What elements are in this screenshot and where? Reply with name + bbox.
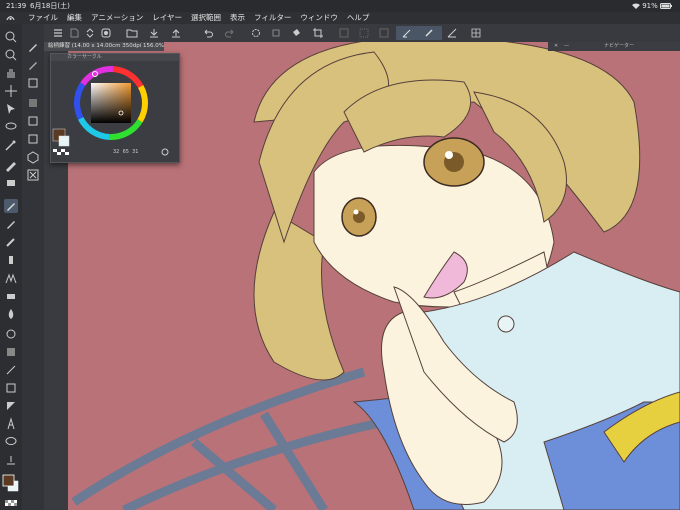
pen-subtool-icon[interactable] [26, 58, 40, 72]
panel-title: カラーサークル [51, 54, 179, 61]
navigator-panel: ✕ — ナビゲーター [548, 42, 680, 51]
menu-item[interactable]: ウィンドウ [300, 12, 338, 24]
color-settings-icon[interactable] [161, 148, 169, 156]
document-tab[interactable]: 絵柄練習 (14.00 x 14.00cm 350dpi 156.0%) [44, 42, 164, 51]
tool-palette [0, 24, 22, 510]
blend-icon[interactable] [4, 307, 18, 321]
minimize-icon[interactable]: — [564, 42, 569, 51]
material-icon[interactable] [26, 114, 40, 128]
magic-wand-icon[interactable] [4, 138, 18, 152]
hsv-values: 32 65 31 [113, 149, 139, 155]
color-circle-panel: カラーサークル 32 65 31 [50, 53, 180, 163]
eraser-tool-icon[interactable] [4, 289, 18, 303]
balloon-icon[interactable] [4, 435, 18, 449]
battery-status: 91% [631, 0, 672, 12]
color-swatch-icon[interactable] [2, 473, 20, 493]
color-wheel[interactable] [51, 61, 179, 162]
gear-icon[interactable] [250, 27, 262, 39]
menu-item[interactable]: 編集 [67, 12, 82, 24]
menu-item[interactable]: 選択範囲 [191, 12, 221, 24]
zoom-icon[interactable] [4, 30, 18, 44]
zoom-tool-icon[interactable] [4, 48, 18, 62]
frame-icon[interactable] [4, 381, 18, 395]
history-icon[interactable] [26, 132, 40, 146]
gradient-icon[interactable] [4, 345, 18, 359]
grid-icon[interactable] [470, 27, 482, 39]
command-bar [44, 24, 680, 42]
hand-icon[interactable] [4, 66, 18, 80]
ios-status-bar: 21:39 6月18日(土) 91% [0, 0, 680, 12]
move-icon[interactable] [4, 84, 18, 98]
clear-icon[interactable] [338, 27, 350, 39]
brush-icon[interactable] [4, 235, 18, 249]
pen-snap-icon[interactable] [401, 27, 413, 39]
undo-icon[interactable] [202, 27, 214, 39]
save-icon[interactable] [148, 27, 160, 39]
pen-subtool-icon[interactable] [26, 40, 40, 54]
object-select-icon[interactable] [4, 102, 18, 116]
settings-icon[interactable] [100, 27, 112, 39]
menu-item[interactable]: ファイル [28, 12, 58, 24]
invert-icon[interactable] [378, 27, 390, 39]
wifi-icon [631, 3, 640, 10]
decoration-icon[interactable] [4, 271, 18, 285]
airbrush-icon[interactable] [4, 253, 18, 267]
navigator-title: ナビゲーター [604, 43, 635, 49]
menu-item[interactable]: ヘルプ [347, 12, 370, 24]
brush-snap-icon[interactable] [423, 27, 435, 39]
ruler-icon[interactable] [446, 27, 458, 39]
crop-icon[interactable] [312, 27, 324, 39]
status-date: 6月18日(土) [30, 2, 70, 10]
stepper-icon[interactable] [84, 27, 96, 39]
3d-icon[interactable] [26, 150, 40, 164]
transform-icon[interactable] [270, 27, 282, 39]
folder-icon[interactable] [126, 27, 138, 39]
sub-tool-palette [22, 24, 44, 510]
menu-item[interactable]: レイヤー [152, 12, 182, 24]
menu-bar: ファイル 編集 アニメーション レイヤー 選択範囲 表示 フィルター ウィンドウ ヘルプ [0, 12, 680, 24]
correction-icon[interactable] [4, 453, 18, 467]
text-icon[interactable] [4, 417, 18, 431]
layer-icon[interactable] [26, 76, 40, 90]
redo-icon[interactable] [224, 27, 236, 39]
menu-icon[interactable] [52, 27, 64, 39]
saturation-value: 65 [122, 149, 129, 155]
new-file-icon[interactable] [68, 27, 80, 39]
pen-icon[interactable] [4, 199, 18, 213]
menu-item[interactable]: アニメーション [91, 12, 143, 24]
eyedropper-icon[interactable] [4, 158, 18, 172]
menu-item[interactable]: 表示 [230, 12, 245, 24]
lasso-icon[interactable] [4, 120, 18, 134]
fill-icon[interactable] [4, 327, 18, 341]
menu-item[interactable]: フィルター [254, 12, 291, 24]
brightness-value: 31 [132, 149, 139, 155]
close-icon[interactable]: ✕ [554, 42, 558, 51]
battery-percent: 91% [642, 2, 658, 10]
hue-value: 32 [113, 149, 120, 155]
eraser-icon[interactable] [4, 176, 18, 190]
battery-icon [660, 3, 672, 9]
transparent-color-icon[interactable] [4, 496, 18, 510]
select-icon[interactable] [358, 27, 370, 39]
app-logo-icon[interactable] [6, 14, 15, 22]
export-icon[interactable] [170, 27, 182, 39]
layer-panel-icon[interactable] [26, 96, 40, 110]
clock-time: 21:39 [6, 2, 27, 10]
fill-bucket-icon[interactable] [290, 27, 302, 39]
pencil-icon[interactable] [4, 217, 18, 231]
line-icon[interactable] [4, 363, 18, 377]
ruler-tool-icon[interactable] [4, 399, 18, 413]
close-panel-icon[interactable] [26, 168, 40, 182]
